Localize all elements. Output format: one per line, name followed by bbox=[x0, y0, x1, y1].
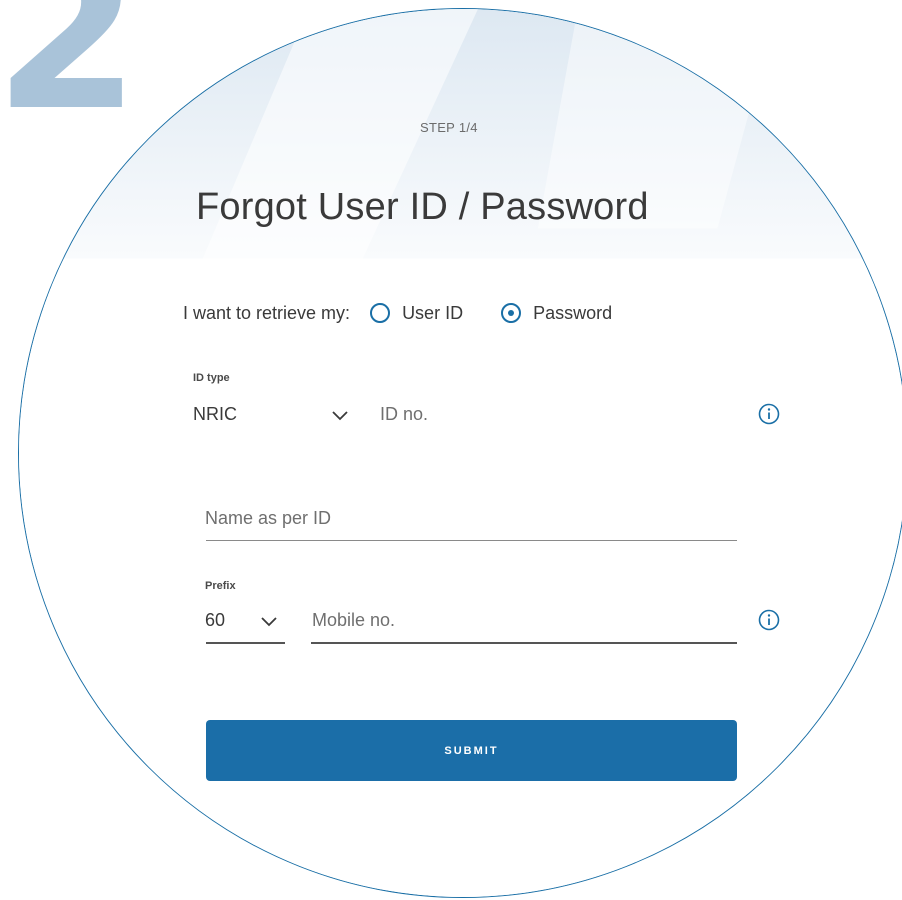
id-type-select[interactable]: NRIC bbox=[193, 404, 237, 425]
radio-user-id[interactable]: User ID bbox=[370, 303, 463, 324]
info-icon[interactable] bbox=[758, 609, 780, 631]
radio-password-label: Password bbox=[533, 302, 613, 323]
id-number-input[interactable]: ID no. bbox=[380, 404, 428, 425]
name-input-underline bbox=[206, 540, 737, 541]
step-label: STEP 1/4 bbox=[420, 120, 478, 135]
name-input[interactable]: Name as per ID bbox=[205, 508, 331, 529]
prefix-underline bbox=[206, 642, 285, 644]
mobile-number-input[interactable]: Mobile no. bbox=[312, 610, 395, 631]
chevron-down-icon[interactable] bbox=[332, 411, 348, 421]
retrieve-prompt: I want to retrieve my: bbox=[183, 302, 351, 323]
radio-selected-icon[interactable] bbox=[501, 303, 522, 323]
prefix-label: Prefix bbox=[205, 580, 236, 592]
submit-button[interactable]: SUBMIT bbox=[206, 720, 737, 781]
info-icon[interactable] bbox=[758, 403, 780, 425]
page-title: Forgot User ID / Password bbox=[196, 186, 649, 228]
radio-password[interactable]: Password bbox=[501, 303, 612, 324]
chevron-down-icon[interactable] bbox=[261, 617, 277, 627]
retrieve-options: I want to retrieve my: User ID Password bbox=[183, 298, 612, 328]
mobile-input-underline bbox=[311, 642, 737, 644]
radio-user-id-label: User ID bbox=[402, 302, 464, 323]
id-type-label: ID type bbox=[193, 372, 230, 384]
prefix-select[interactable]: 60 bbox=[205, 610, 225, 631]
radio-unselected-icon[interactable] bbox=[370, 303, 391, 323]
